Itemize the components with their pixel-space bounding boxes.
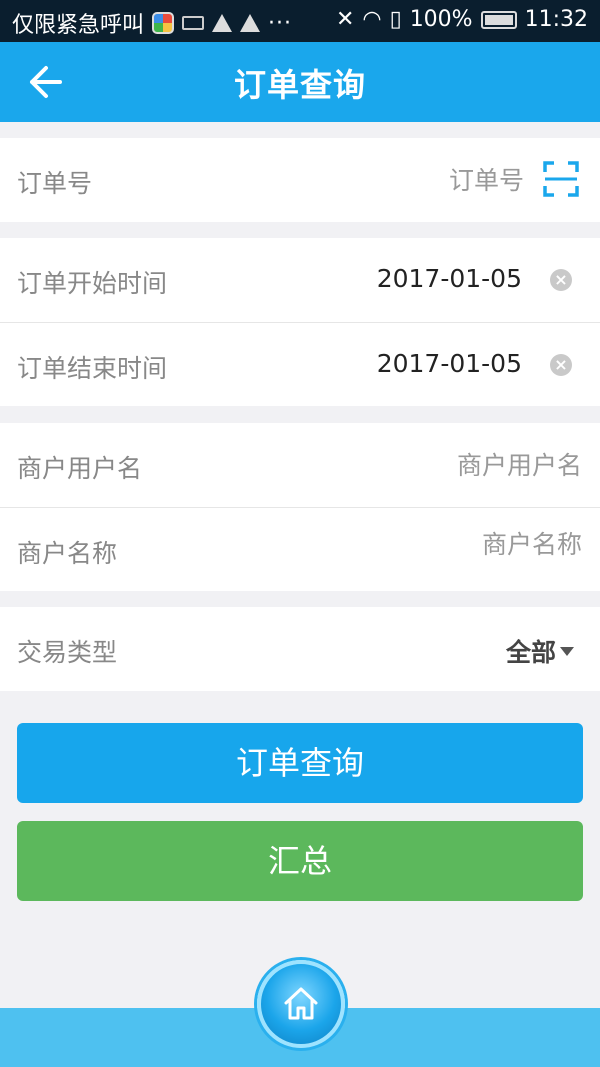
order-number-row: 订单号 [0, 138, 600, 222]
merchant-section: 商户用户名 商户名称 [0, 423, 600, 591]
home-icon [284, 987, 318, 1020]
trade-type-label: 交易类型 [17, 638, 118, 667]
order-number-section: 订单号 [0, 138, 600, 222]
merchant-username-row: 商户用户名 [0, 423, 600, 507]
merchant-name-row: 商户名称 [0, 507, 600, 591]
keyboard-icon [182, 16, 205, 30]
start-time-row[interactable]: 订单开始时间 2017-01-05 × [0, 238, 600, 322]
trade-type-select[interactable]: 全部 [506, 633, 574, 669]
carrier-text: 仅限紧急呼叫 [12, 13, 145, 38]
wifi-icon: ◠ [362, 7, 382, 32]
merchant-username-label: 商户用户名 [17, 454, 143, 483]
warning-icon [212, 14, 233, 32]
clock: 11:32 [524, 7, 588, 32]
trade-type-row: 交易类型 全部 [0, 607, 600, 691]
time-range-section: 订单开始时间 2017-01-05 × 订单结束时间 2017-01-05 × [0, 238, 600, 406]
warning-icon [240, 14, 261, 32]
scan-icon[interactable] [542, 160, 580, 198]
app-notification-icon [152, 12, 175, 34]
end-time-row[interactable]: 订单结束时间 2017-01-05 × [0, 322, 600, 406]
start-time-label: 订单开始时间 [17, 269, 168, 298]
end-time-value[interactable]: 2017-01-05 [377, 349, 522, 378]
title-bar: 订单查询 [0, 42, 600, 122]
order-number-input[interactable] [224, 158, 524, 202]
merchant-username-input[interactable] [282, 443, 582, 487]
trade-type-section: 交易类型 全部 [0, 607, 600, 691]
page-title: 订单查询 [233, 66, 366, 104]
battery-icon [480, 10, 517, 29]
merchant-name-label: 商户名称 [17, 539, 118, 568]
caret-down-icon [560, 646, 574, 656]
merchant-name-input[interactable] [282, 522, 582, 566]
trade-type-value: 全部 [505, 638, 556, 667]
start-time-value[interactable]: 2017-01-05 [377, 264, 522, 293]
order-number-label: 订单号 [17, 169, 93, 198]
order-query-button[interactable]: 订单查询 [17, 723, 583, 803]
status-bar: 仅限紧急呼叫 ··· ✕ ◠ ▯ 100% 11:32 [0, 0, 600, 42]
clear-icon[interactable]: × [550, 354, 572, 376]
home-button[interactable] [257, 960, 345, 1048]
clear-icon[interactable]: × [550, 269, 572, 291]
battery-percent: 100% [409, 7, 473, 32]
mute-icon: ✕ [335, 7, 355, 32]
sim-icon: ▯ [389, 7, 402, 32]
more-notifications: ··· [268, 10, 292, 36]
summary-button[interactable]: 汇总 [17, 821, 583, 901]
end-time-label: 订单结束时间 [17, 354, 168, 383]
